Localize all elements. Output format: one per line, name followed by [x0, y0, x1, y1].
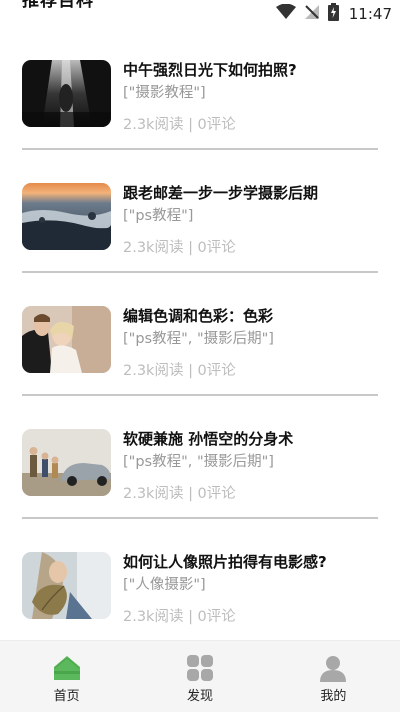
people-with-car-photo-thumbnail: [22, 429, 111, 496]
page-title: 推荐百科: [22, 0, 94, 11]
wedding-couple-photo-thumbnail: [22, 306, 111, 373]
no-signal-icon: [304, 4, 320, 24]
status-bar: 推荐百科 11:47: [0, 0, 400, 30]
nav-label: 我的: [320, 689, 347, 704]
divider: [22, 394, 378, 396]
article-meta: 2.3k阅读 | 0评论: [123, 486, 236, 502]
article-item[interactable]: 软硬兼施 孙悟空的分身术 ["ps教程", "摄影后期"] 2.3k阅读 | 0…: [0, 406, 400, 529]
divider: [22, 271, 378, 273]
article-tags: ["ps教程"]: [123, 208, 194, 224]
article-title[interactable]: 跟老邮差一步一步学摄影后期: [123, 182, 318, 203]
article-list: 中午强烈日光下如何拍照? ["摄影教程"] 2.3k阅读 | 0评论 跟老邮差一…: [0, 37, 400, 652]
bottom-nav: 首页 发现 我的: [0, 640, 400, 712]
nav-label: 发现: [186, 689, 213, 704]
misty-landscape-photo-thumbnail: [22, 183, 111, 250]
article-title[interactable]: 如何让人像照片拍得有电影感?: [123, 551, 327, 572]
article-item[interactable]: 如何让人像照片拍得有电影感? ["人像摄影"] 2.3k阅读 | 0评论: [0, 529, 400, 652]
home-icon: [53, 654, 81, 682]
battery-charging-icon: [327, 3, 339, 25]
wifi-icon: [275, 3, 296, 24]
grid-icon: [186, 654, 214, 682]
divider: [22, 517, 378, 519]
article-meta: 2.3k阅读 | 0评论: [123, 240, 236, 256]
divider: [22, 148, 378, 150]
waterfall-photo-thumbnail: [22, 60, 111, 127]
nav-label: 首页: [53, 689, 80, 704]
nav-profile[interactable]: 我的: [267, 641, 400, 712]
article-title[interactable]: 中午强烈日光下如何拍照?: [123, 59, 297, 80]
profile-icon: [319, 654, 347, 682]
article-title[interactable]: 编辑色调和色彩：色彩: [123, 305, 273, 326]
article-meta: 2.3k阅读 | 0评论: [123, 363, 236, 379]
article-item[interactable]: 跟老邮差一步一步学摄影后期 ["ps教程"] 2.3k阅读 | 0评论: [0, 160, 400, 283]
article-meta: 2.3k阅读 | 0评论: [123, 117, 236, 133]
article-tags: ["人像摄影"]: [123, 577, 206, 593]
status-icons: 11:47: [275, 3, 392, 25]
portrait-leaf-photo-thumbnail: [22, 552, 111, 619]
nav-home[interactable]: 首页: [0, 641, 133, 712]
article-item[interactable]: 编辑色调和色彩：色彩 ["ps教程", "摄影后期"] 2.3k阅读 | 0评论: [0, 283, 400, 406]
article-tags: ["摄影教程"]: [123, 85, 206, 101]
article-meta: 2.3k阅读 | 0评论: [123, 609, 236, 625]
article-item[interactable]: 中午强烈日光下如何拍照? ["摄影教程"] 2.3k阅读 | 0评论: [0, 37, 400, 160]
article-tags: ["ps教程", "摄影后期"]: [123, 331, 274, 347]
status-time: 11:47: [348, 5, 392, 23]
article-tags: ["ps教程", "摄影后期"]: [123, 454, 274, 470]
article-title[interactable]: 软硬兼施 孙悟空的分身术: [123, 428, 293, 449]
nav-discover[interactable]: 发现: [133, 641, 266, 712]
